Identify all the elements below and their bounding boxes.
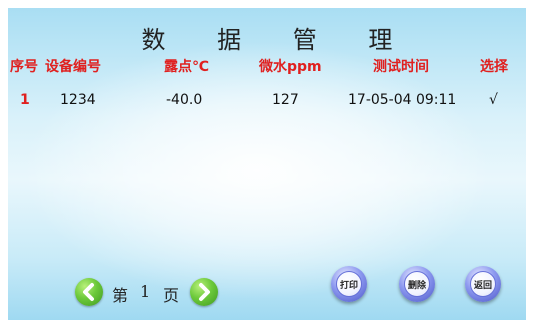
page-prefix: 第 <box>112 286 129 305</box>
row-device-id: 1234 <box>60 92 96 108</box>
page-suffix: 页 <box>163 286 180 305</box>
row-micro-water: 127 <box>272 92 299 108</box>
delete-button[interactable]: 删除 <box>399 266 435 302</box>
row-index: 1 <box>20 92 30 108</box>
row-test-time: 17-05-04 09:11 <box>348 92 457 108</box>
page-title: 数 据 管 理 <box>141 26 415 54</box>
chevron-left-icon <box>83 283 94 301</box>
page-number: 1 <box>140 282 151 301</box>
next-page-button[interactable] <box>190 278 218 306</box>
row-select-check[interactable]: √ <box>489 92 498 108</box>
col-header-index: 序号 <box>10 59 38 75</box>
prev-page-button[interactable] <box>75 278 103 306</box>
col-header-select: 选择 <box>480 59 508 75</box>
col-header-device-id: 设备编号 <box>45 59 101 75</box>
col-header-test-time: 测试时间 <box>373 59 429 75</box>
col-header-dew-point: 露点℃ <box>164 59 209 75</box>
chevron-right-icon <box>199 283 210 301</box>
data-management-screen: 数 据 管 理 序号 设备编号 露点℃ 微水ppm 测试时间 选择 1 1234… <box>8 8 526 320</box>
back-button[interactable]: 返回 <box>465 266 501 302</box>
back-button-label: 返回 <box>470 271 496 297</box>
print-button[interactable]: 打印 <box>331 266 367 302</box>
print-button-label: 打印 <box>336 271 362 297</box>
row-dew-point: -40.0 <box>166 92 203 108</box>
delete-button-label: 删除 <box>404 271 430 297</box>
col-header-micro-water: 微水ppm <box>259 59 322 75</box>
